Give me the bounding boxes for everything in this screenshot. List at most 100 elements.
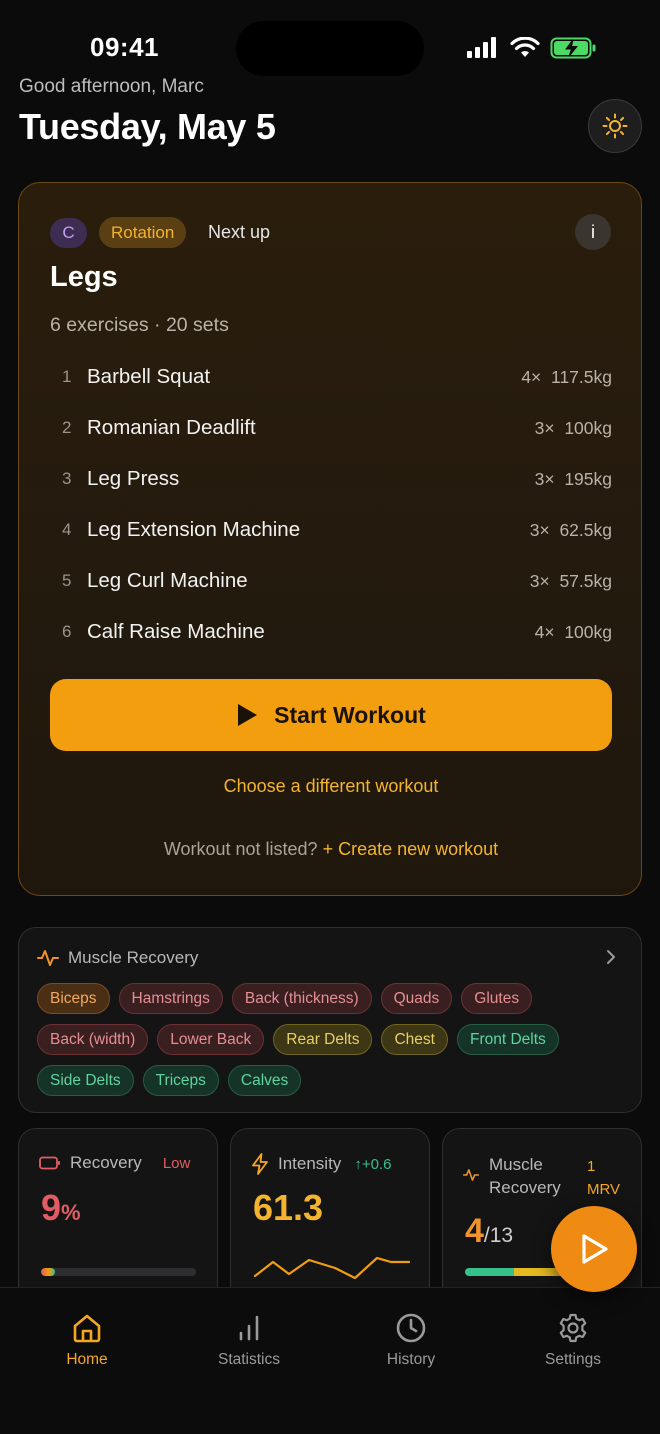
exercise-set-count: 3× xyxy=(529,571,550,591)
start-workout-button[interactable]: Start Workout xyxy=(50,679,612,751)
exercise-set-count: 3× xyxy=(534,469,555,489)
exercise-name: Romanian Deadlift xyxy=(87,416,256,439)
page-title: Tuesday, May 5 xyxy=(19,106,276,147)
start-workout-label: Start Workout xyxy=(274,701,426,728)
exercise-number: 6 xyxy=(62,622,72,641)
muscle-tag-glutes[interactable]: Glutes xyxy=(461,983,533,1014)
bar-chart-icon xyxy=(239,1315,259,1341)
exercise-row: 2 Romanian Deadlift 3× 100kg xyxy=(50,404,612,455)
muscle-tag-biceps[interactable]: Biceps xyxy=(37,983,110,1014)
exercise-number: 1 xyxy=(62,367,72,386)
recovery-progress-fill xyxy=(41,1268,55,1276)
nav-home[interactable]: Home xyxy=(17,1312,157,1369)
recovery-value-number: 9 xyxy=(41,1187,62,1228)
muscle-tag-quads[interactable]: Quads xyxy=(380,983,453,1014)
exercise-weight: 62.5kg xyxy=(559,520,612,540)
exercise-name: Leg Press xyxy=(87,467,180,490)
intensity-stat-header: Intensity ↑+0.6 xyxy=(251,1153,391,1175)
muscle-recovery-header: Muscle Recovery xyxy=(37,948,198,968)
exercise-name: Leg Extension Machine xyxy=(87,518,301,541)
intensity-value: 61.3 xyxy=(253,1187,324,1228)
muscle-tag-rear-delts[interactable]: Rear Delts xyxy=(273,1024,373,1055)
lightning-icon xyxy=(252,1153,268,1175)
intensity-stat-label: Intensity xyxy=(278,1154,342,1173)
nav-history[interactable]: History xyxy=(341,1312,481,1369)
muscle-recovered-value: 4/13 xyxy=(465,1212,513,1251)
exercise-row: 4 Leg Extension Machine 3× 62.5kg xyxy=(50,506,612,557)
muscle-tag-calves[interactable]: Calves xyxy=(227,1065,302,1096)
nav-home-label: Home xyxy=(66,1351,108,1368)
muscle-stat-header: Muscle Recovery 1 MRV xyxy=(463,1153,623,1203)
exercise-sets: 3× 195kg xyxy=(535,469,612,490)
muscle-tag-hamstrings[interactable]: Hamstrings xyxy=(118,983,223,1014)
workout-not-listed-text: Workout not listed? xyxy=(163,839,318,859)
recovery-value: 9% xyxy=(41,1187,81,1229)
recovery-status-label: Low xyxy=(162,1154,191,1172)
exercise-number: 4 xyxy=(62,520,72,539)
status-icons xyxy=(466,36,598,60)
muscle-tags: Biceps Hamstrings Back (thickness) Quads… xyxy=(37,983,637,1096)
activity-pulse-icon xyxy=(463,1169,479,1181)
choose-different-workout-link[interactable]: Choose a different workout xyxy=(19,776,643,797)
nav-statistics-label: Statistics xyxy=(217,1351,280,1368)
exercise-set-count: 4× xyxy=(521,367,542,387)
recovery-stat-card[interactable]: Recovery Low 9% xyxy=(18,1128,218,1308)
muscle-tag-side-delts[interactable]: Side Delts xyxy=(37,1065,134,1096)
exercise-sets: 3× 100kg xyxy=(535,418,612,439)
muscle-stat-label-line1: Muscle xyxy=(489,1155,543,1174)
nav-settings[interactable]: Settings xyxy=(503,1312,643,1369)
muscle-stat-label-line2: Recovery xyxy=(489,1178,561,1197)
clock-icon xyxy=(396,1313,426,1343)
exercise-row: 6 Calf Raise Machine 4× 100kg xyxy=(50,608,612,659)
muscle-tag-triceps[interactable]: Triceps xyxy=(142,1065,219,1096)
cellular-signal-icon xyxy=(467,37,496,58)
info-button[interactable]: i xyxy=(575,214,611,250)
muscle-tag-back-thickness[interactable]: Back (thickness) xyxy=(231,983,372,1014)
muscle-tag-front-delts[interactable]: Front Delts xyxy=(456,1024,559,1055)
exercise-name: Leg Curl Machine xyxy=(87,569,248,592)
muscle-recovery-card[interactable]: Muscle Recovery Biceps Hamstrings Back (… xyxy=(18,927,642,1113)
chevron-right-icon[interactable] xyxy=(605,947,617,967)
muscle-recovery-title: Muscle Recovery xyxy=(68,948,199,967)
status-time: 09:41 xyxy=(90,32,159,62)
exercise-list: 1 Barbell Squat 4× 117.5kg 2 Romanian De… xyxy=(50,353,612,659)
exercise-name: Calf Raise Machine xyxy=(87,620,265,643)
muscle-tag-back-width[interactable]: Back (width) xyxy=(37,1024,149,1055)
muscle-tag-lower-back[interactable]: Lower Back xyxy=(157,1024,265,1055)
quick-start-fab[interactable] xyxy=(551,1206,637,1292)
exercise-sets: 4× 100kg xyxy=(535,622,612,643)
play-icon xyxy=(238,704,258,726)
rotation-badge: Rotation xyxy=(99,217,187,248)
workout-summary: 6 exercises · 20 sets xyxy=(50,314,229,336)
next-up-label: Next up xyxy=(208,222,271,242)
exercise-name: Barbell Squat xyxy=(87,365,211,388)
battery-low-icon xyxy=(39,1156,60,1170)
muscle-total-count: /13 xyxy=(483,1224,514,1247)
intensity-delta: ↑+0.6 xyxy=(354,1155,392,1173)
mrv-label: MRV xyxy=(587,1181,621,1198)
nav-statistics[interactable]: Statistics xyxy=(179,1312,319,1369)
workout-not-listed-line: Workout not listed? + Create new workout xyxy=(19,839,643,860)
workout-name: Legs xyxy=(50,261,118,293)
intensity-stat-card[interactable]: Intensity ↑+0.6 61.3 xyxy=(230,1128,430,1308)
play-outline-icon xyxy=(582,1234,608,1264)
exercise-set-count: 4× xyxy=(534,622,555,642)
exercise-sets: 3× 57.5kg xyxy=(530,571,612,592)
gear-icon xyxy=(559,1313,587,1343)
muscle-tag-chest[interactable]: Chest xyxy=(381,1024,448,1055)
nav-history-label: History xyxy=(386,1351,436,1368)
sun-icon xyxy=(602,113,628,139)
home-icon xyxy=(73,1314,101,1343)
muscle-progress-fill-recovered xyxy=(465,1268,515,1276)
bottom-nav: Home Statistics History Settings xyxy=(0,1287,660,1434)
muscle-recovered-count: 4 xyxy=(465,1212,484,1250)
nav-settings-label: Settings xyxy=(544,1351,601,1368)
theme-toggle-button[interactable] xyxy=(588,99,642,153)
recovery-progress-track xyxy=(41,1268,196,1276)
exercise-sets: 4× 117.5kg xyxy=(521,367,612,388)
exercise-set-count: 3× xyxy=(529,520,550,540)
battery-charging-icon xyxy=(550,37,596,59)
recovery-stat-label: Recovery xyxy=(70,1153,142,1172)
exercise-row: 3 Leg Press 3× 195kg xyxy=(50,455,612,506)
create-new-workout-link[interactable]: + Create new workout xyxy=(323,839,499,859)
